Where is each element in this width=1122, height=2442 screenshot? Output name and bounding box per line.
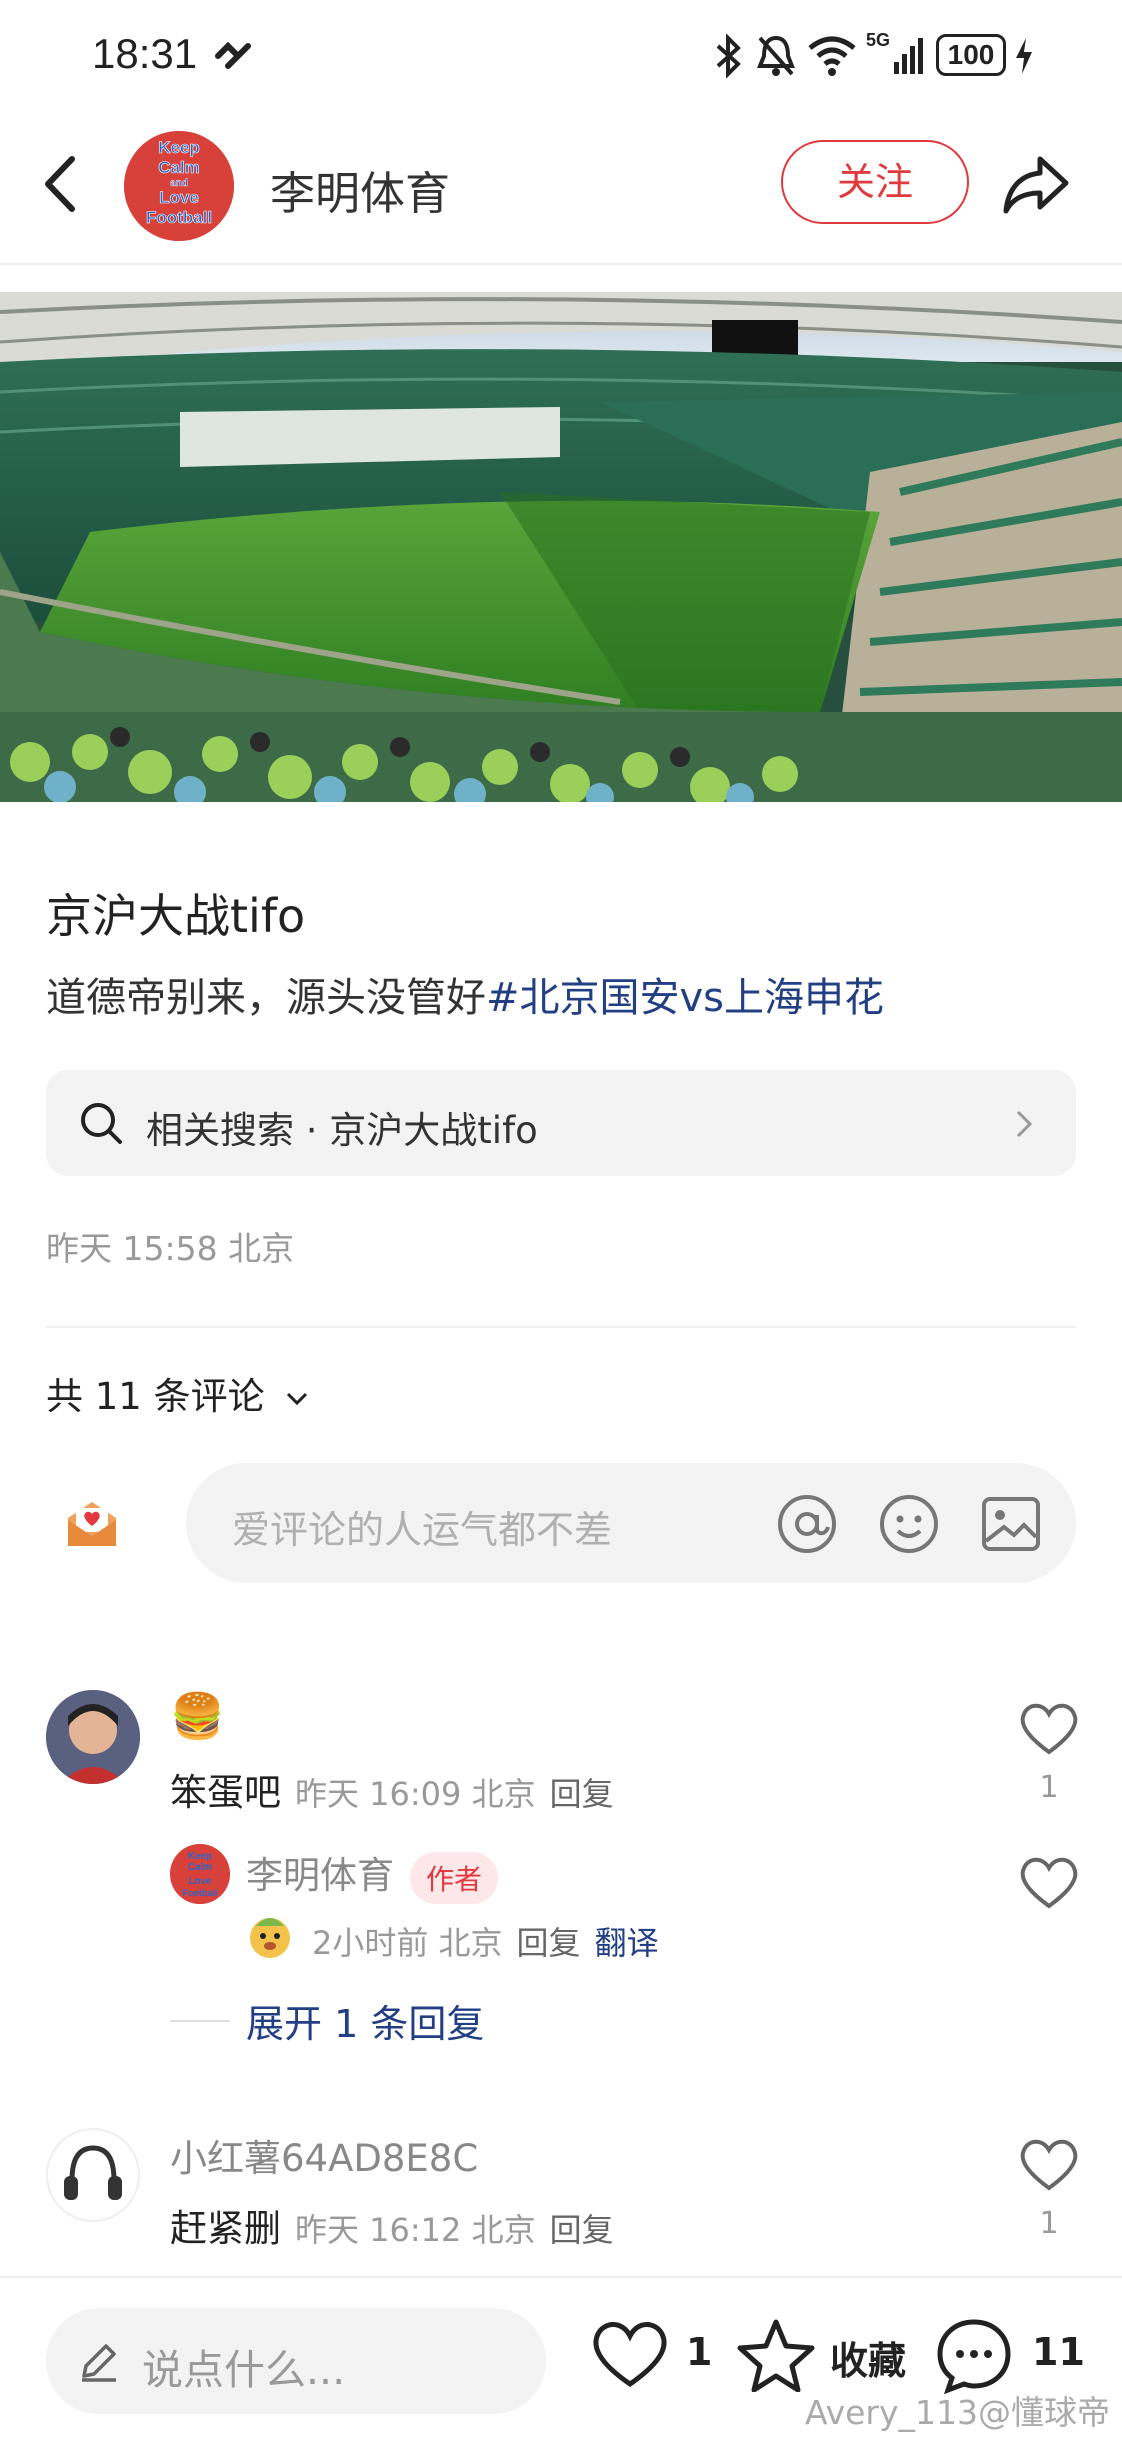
battery-indicator: 100 — [936, 34, 1006, 76]
share-icon[interactable] — [1000, 151, 1072, 217]
back-arrow-icon[interactable] — [38, 151, 88, 217]
commenter-avatar[interactable] — [46, 1690, 140, 1784]
related-search-bar[interactable]: 相关搜索 · 京沪大战tifo — [46, 1070, 1076, 1176]
love-letter-icon[interactable] — [64, 1496, 120, 1552]
sticker-emoji-icon — [250, 1918, 290, 1958]
pencil-icon — [82, 2344, 116, 2382]
chevron-right-icon — [1016, 1110, 1033, 1138]
reply-button[interactable]: 回复 — [550, 1775, 614, 1813]
comment-meta: 昨天 16:09 北京 — [295, 1775, 536, 1813]
mute-icon — [757, 35, 795, 76]
author-reply-avatar[interactable]: Keep Calm Love Football — [170, 1844, 230, 1904]
svg-text:Keep: Keep — [188, 1851, 212, 1862]
comment-bubble-icon[interactable] — [934, 2318, 1014, 2394]
svg-text:Calm: Calm — [158, 158, 200, 177]
divider — [46, 1326, 1076, 1328]
reply-meta: 2小时前 北京 — [312, 1924, 503, 1962]
reply-author-name[interactable]: 李明体育 — [246, 1854, 394, 1897]
comment-text: 笨蛋吧 — [170, 1771, 281, 1814]
svg-text:Keep: Keep — [158, 138, 200, 157]
chevron-down-icon — [287, 1392, 308, 1405]
reply-button[interactable]: 回复 — [517, 1924, 581, 1962]
reply-author-line: 李明体育 作者 — [246, 1845, 499, 1904]
like-heart-icon[interactable] — [590, 2318, 670, 2390]
wifi-icon — [808, 36, 856, 76]
like-count-total: 1 — [686, 2330, 713, 2374]
post-description: 道德帝别来，源头没管好#北京国安vs上海申花 — [46, 965, 884, 1023]
heart-icon[interactable] — [1018, 1700, 1080, 1756]
comment-count-total: 11 — [1032, 2330, 1085, 2374]
hd-voice-icon — [215, 41, 251, 69]
heart-icon[interactable] — [1018, 2136, 1080, 2192]
post-hashtag-link[interactable]: #北京国安vs上海申花 — [486, 975, 884, 1021]
search-icon — [81, 1103, 122, 1144]
svg-text:Football: Football — [183, 1888, 218, 1898]
watermark: Avery_113@懂球帝 — [804, 2393, 1110, 2432]
heart-icon[interactable] — [1018, 1854, 1080, 1910]
comment-input-placeholder: 爱评论的人运气都不差 — [232, 1508, 613, 1552]
star-collect-icon[interactable] — [736, 2318, 816, 2392]
comment-text: 赶紧删 — [170, 2207, 281, 2250]
signal-icon — [894, 38, 923, 74]
network-type: 5G — [866, 30, 891, 50]
commenter-name[interactable]: 小红薯64AD8E8C — [170, 2128, 478, 2182]
comment-count-sort[interactable]: 共 11 条评论 — [46, 1366, 310, 1420]
collect-label[interactable]: 收藏 — [830, 2330, 906, 2385]
post-title: 京沪大战tifo — [46, 889, 306, 943]
status-bar: 18:31 5G 100 — [0, 0, 1122, 115]
expand-divider — [170, 2020, 230, 2022]
say-something-input[interactable]: 说点什么... — [46, 2308, 546, 2414]
charging-icon — [1016, 38, 1032, 74]
bluetooth-icon — [716, 34, 741, 78]
comment-emoji-sticker: 🍔 — [170, 1691, 225, 1742]
post-image-stadium[interactable] — [0, 292, 1122, 802]
comment-body: 赶紧删 昨天 16:12 北京 回复 — [170, 2198, 614, 2252]
emoji-icon[interactable] — [878, 1493, 940, 1555]
comment-count-label: 共 11 条评论 — [46, 1375, 265, 1418]
svg-text:Calm: Calm — [188, 1862, 213, 1873]
post-desc-text: 道德帝别来，源头没管好 — [46, 975, 486, 1021]
comment-body: 笨蛋吧 昨天 16:09 北京 回复 — [170, 1762, 614, 1816]
translate-button[interactable]: 翻译 — [595, 1924, 659, 1962]
commenter-avatar[interactable] — [46, 2128, 140, 2222]
like-count: 1 — [1039, 2206, 1059, 2241]
svg-text:Love: Love — [159, 188, 199, 207]
image-icon[interactable] — [980, 1493, 1042, 1555]
reply-meta-row: 2小时前 北京 回复 翻译 — [308, 1918, 659, 1964]
reply-button[interactable]: 回复 — [550, 2211, 614, 2249]
author-badge: 作者 — [410, 1851, 499, 1904]
author-avatar[interactable]: Keep Calm and Love Football — [124, 131, 234, 241]
at-mention-icon[interactable] — [776, 1493, 838, 1555]
status-time: 18:31 — [92, 30, 198, 77]
follow-button[interactable]: 关注 — [781, 140, 969, 224]
say-something-placeholder: 说点什么... — [142, 2346, 346, 2394]
post-header: Keep Calm and Love Football 李明体育 关注 — [0, 115, 1122, 265]
post-meta-time-location: 昨天 15:58 北京 — [46, 1229, 295, 1268]
author-name[interactable]: 李明体育 — [270, 157, 450, 222]
expand-replies-button[interactable]: 展开 1 条回复 — [246, 1993, 484, 2048]
comment-meta: 昨天 16:12 北京 — [295, 2211, 536, 2249]
related-search-label: 相关搜索 · 京沪大战tifo — [146, 1109, 538, 1152]
comment-input[interactable]: 爱评论的人运气都不差 — [186, 1463, 1076, 1583]
like-count: 1 — [1039, 1770, 1059, 1805]
svg-text:Love: Love — [188, 1876, 212, 1887]
svg-text:Football: Football — [146, 208, 212, 227]
